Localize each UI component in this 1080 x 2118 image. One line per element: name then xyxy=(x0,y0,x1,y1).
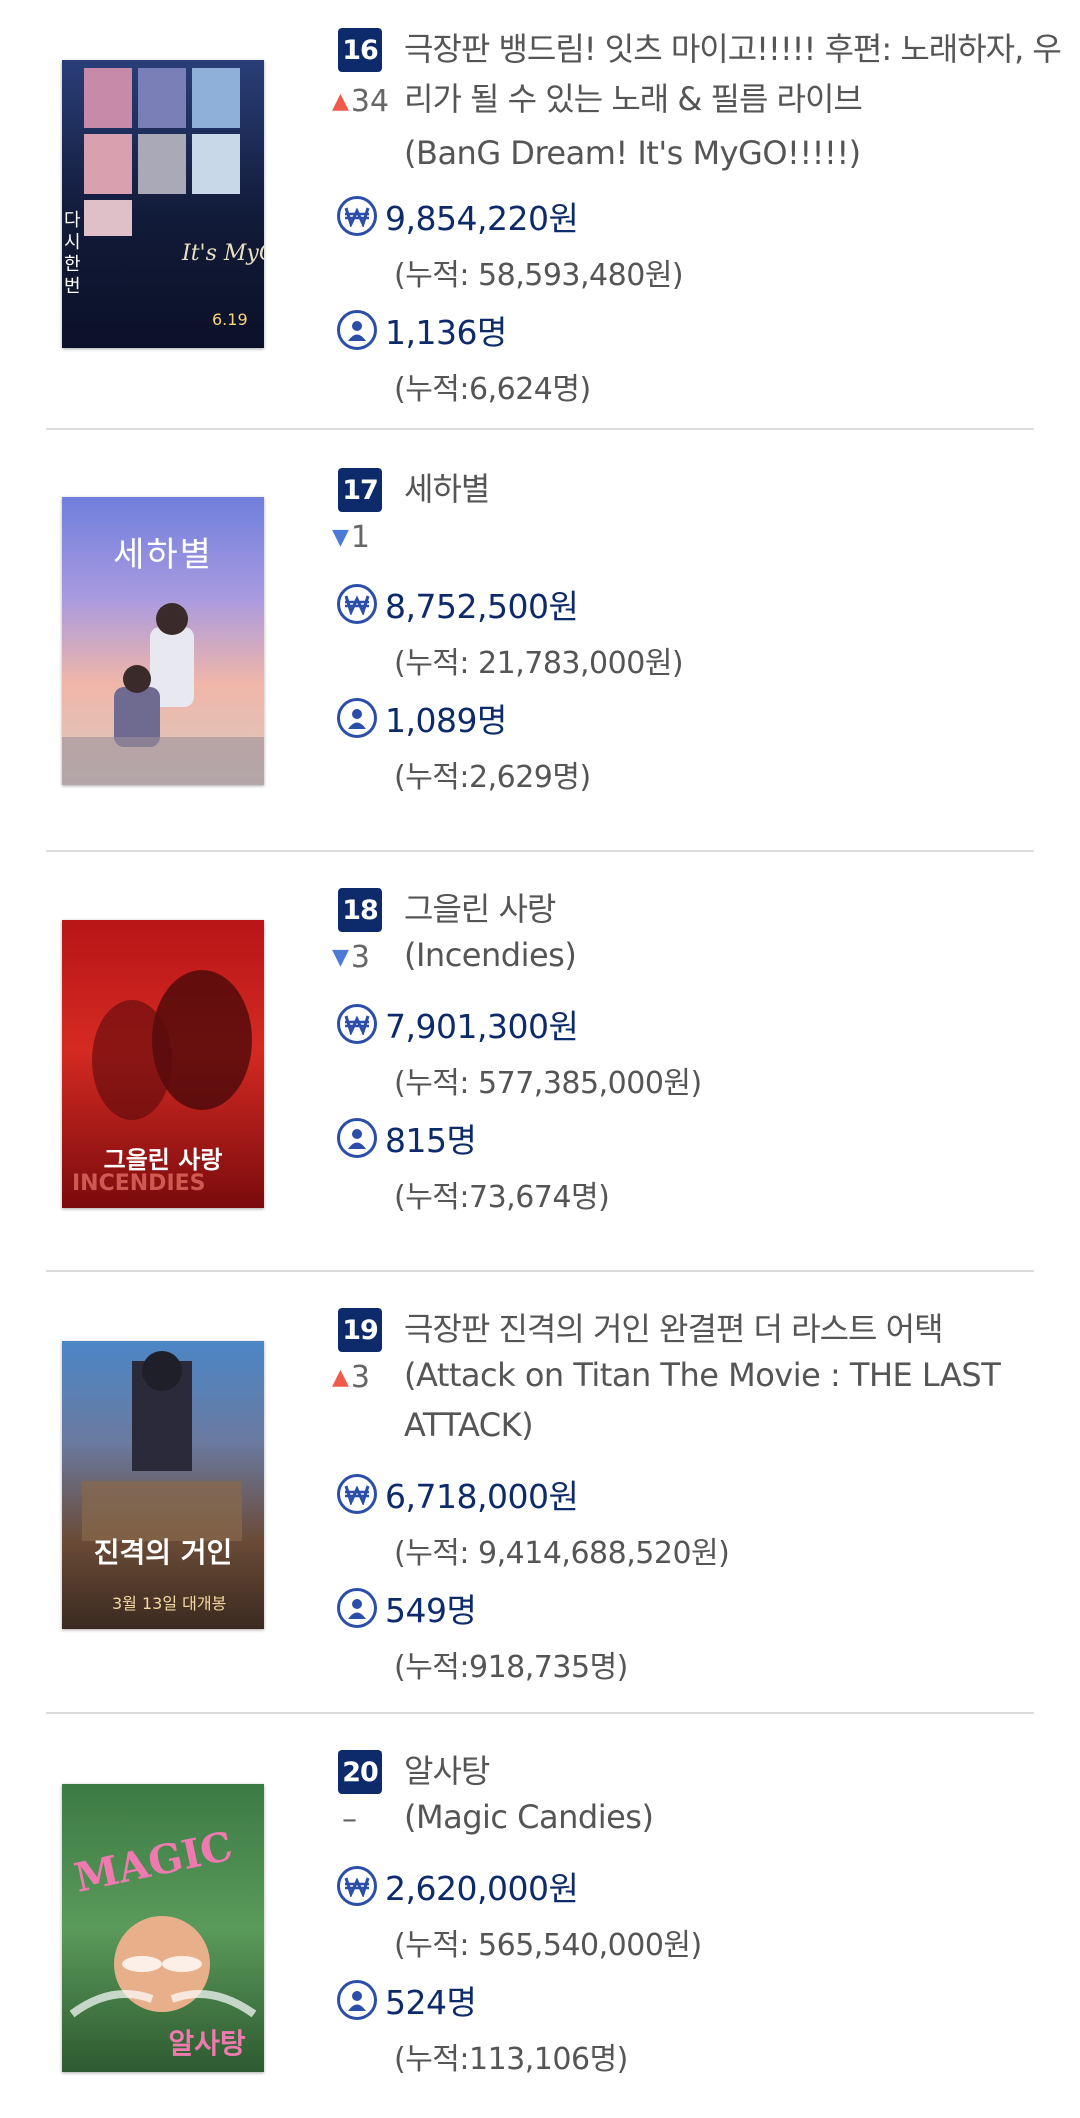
audience-value: 1,136명 xyxy=(385,313,507,352)
movie-title[interactable]: 세하별 xyxy=(404,464,1064,514)
audience-row: 1,136명 xyxy=(337,306,507,354)
arrow-down-icon: ▼ xyxy=(332,945,349,970)
original-title: (Incendies) xyxy=(404,936,577,974)
movie-title[interactable]: 극장판 뱅드림! 잇츠 마이고!!!!! 후편: 노래하자, 우리가 될 수 있… xyxy=(404,24,1064,124)
audience-cumulative: (누적:6,624명) xyxy=(394,372,591,407)
svg-text:MAGIC: MAGIC xyxy=(70,1823,236,1902)
poster-art: 3월 13일 대개봉 xyxy=(82,1351,242,1613)
poster-image[interactable]: It's MyGO!!!!! 6.19 다시 한번 xyxy=(62,60,264,348)
won-coin-icon xyxy=(337,584,377,624)
movie-title[interactable]: 알사탕 xyxy=(404,1746,1064,1796)
rank-change: ▼ 1 xyxy=(332,520,370,555)
revenue-value: 2,620,000원 xyxy=(385,1869,579,1908)
revenue-row: 8,752,500원 xyxy=(337,580,579,628)
poster-image[interactable]: INCENDIES 그을린 사랑 xyxy=(62,920,264,1208)
svg-text:3월 13일 대개봉: 3월 13일 대개봉 xyxy=(112,1594,226,1613)
audience-value: 524명 xyxy=(385,1983,477,2022)
person-icon xyxy=(337,1118,377,1158)
won-coin-icon xyxy=(337,196,377,236)
poster-art: It's MyGO!!!!! 6.19 xyxy=(84,68,264,329)
poster-title: 진격의 거인 xyxy=(93,1536,233,1569)
arrow-down-icon: ▼ xyxy=(332,525,349,550)
revenue-row: 9,854,220원 xyxy=(337,192,579,240)
revenue-row: 2,620,000원 xyxy=(337,1862,579,1910)
poster-image[interactable]: 3월 13일 대개봉 진격의 거인 xyxy=(62,1341,264,1629)
rank-change: – xyxy=(332,1802,357,1837)
rank-change: ▲ 3 xyxy=(332,1360,370,1395)
revenue-cumulative: (누적: 58,593,480원) xyxy=(394,258,684,293)
revenue-cumulative: (누적: 577,385,000원) xyxy=(394,1066,702,1101)
rank-change-value: 34 xyxy=(350,84,390,119)
won-coin-icon xyxy=(337,1474,377,1514)
audience-cumulative: (누적:918,735명) xyxy=(394,1650,628,1685)
no-change-dash-icon: – xyxy=(342,1802,357,1837)
rank-badge: 16 xyxy=(338,28,382,72)
original-title: (Magic Candies) xyxy=(404,1798,654,1836)
rank-change-value: 1 xyxy=(350,520,371,555)
rank-badge: 18 xyxy=(338,888,382,932)
divider xyxy=(46,1270,1034,1272)
revenue-value: 7,901,300원 xyxy=(385,1007,579,1046)
rank-change: ▼ 3 xyxy=(332,940,370,975)
audience-value: 815명 xyxy=(385,1121,477,1160)
rank-badge: 17 xyxy=(338,468,382,512)
movie-title[interactable]: 극장판 진격의 거인 완결편 더 라스트 어택 xyxy=(404,1304,1064,1354)
revenue-row: 7,901,300원 xyxy=(337,1000,579,1048)
original-title: (Attack on Titan The Movie : THE LAST AT… xyxy=(404,1356,1001,1444)
audience-cumulative: (누적:2,629명) xyxy=(394,760,591,795)
rank-change-value: 3 xyxy=(350,940,371,975)
revenue-cumulative: (누적: 565,540,000원) xyxy=(394,1928,702,1963)
divider xyxy=(46,850,1034,852)
audience-cumulative: (누적:73,674명) xyxy=(394,1180,610,1215)
divider xyxy=(46,428,1034,430)
arrow-up-icon: ▲ xyxy=(332,89,349,114)
poster-title: 세하별 xyxy=(113,535,213,575)
revenue-cumulative: (누적: 21,783,000원) xyxy=(394,646,684,681)
revenue-value: 9,854,220원 xyxy=(385,199,579,238)
audience-row: 549명 xyxy=(337,1584,477,1632)
arrow-up-icon: ▲ xyxy=(332,1365,349,1390)
audience-value: 1,089명 xyxy=(385,701,507,740)
person-icon xyxy=(337,1588,377,1628)
audience-row: 1,089명 xyxy=(337,694,507,742)
svg-text:It's MyGO!!!!!: It's MyGO!!!!! xyxy=(181,241,264,266)
audience-row: 524명 xyxy=(337,1976,477,2024)
won-coin-icon xyxy=(337,1004,377,1044)
poster-image[interactable]: MAGIC 알사탕 xyxy=(62,1784,264,2072)
person-icon xyxy=(337,698,377,738)
rank-change: ▲ 34 xyxy=(332,84,389,119)
poster-title: 알사탕 xyxy=(168,2027,246,2060)
won-coin-icon xyxy=(337,1866,377,1906)
audience-row: 815명 xyxy=(337,1114,477,1162)
audience-cumulative: (누적:113,106명) xyxy=(394,2042,628,2077)
revenue-row: 6,718,000원 xyxy=(337,1470,579,1518)
divider xyxy=(46,1712,1034,1714)
audience-value: 549명 xyxy=(385,1591,477,1630)
original-title: (BanG Dream! It's MyGO!!!!!) xyxy=(404,134,861,172)
revenue-cumulative: (누적: 9,414,688,520원) xyxy=(394,1536,730,1571)
rank-badge: 20 xyxy=(338,1750,382,1794)
poster-image[interactable]: 세하별 xyxy=(62,497,264,785)
person-icon xyxy=(337,310,377,350)
poster-title: 다시 한번 xyxy=(64,210,81,297)
poster-title: 그을린 사랑 xyxy=(103,1146,223,1174)
revenue-value: 6,718,000원 xyxy=(385,1477,579,1516)
svg-text:6.19: 6.19 xyxy=(212,310,248,329)
person-icon xyxy=(337,1980,377,2020)
revenue-value: 8,752,500원 xyxy=(385,587,579,626)
movie-title[interactable]: 그을린 사랑 xyxy=(404,884,1064,934)
rank-change-value: 3 xyxy=(350,1360,371,1395)
rank-badge: 19 xyxy=(338,1308,382,1352)
